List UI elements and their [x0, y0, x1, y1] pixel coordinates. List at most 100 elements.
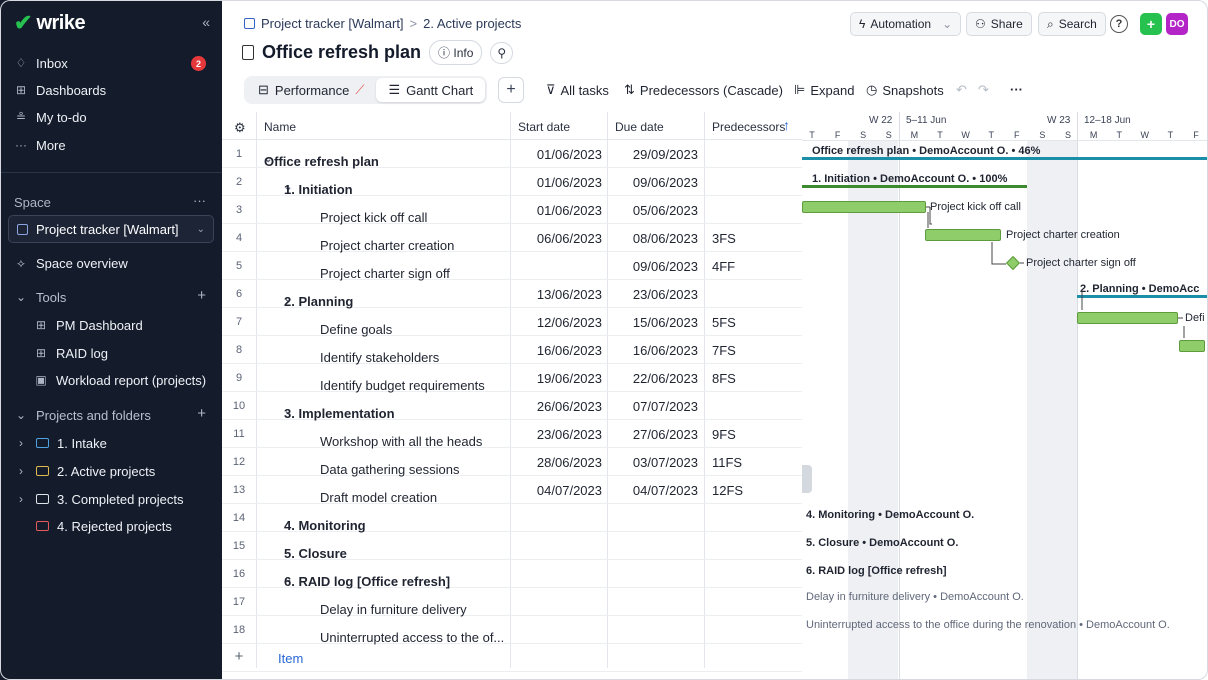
predecessors-cell[interactable]: 4FF — [712, 259, 735, 274]
sidebar-item-inbox[interactable]: ♢ Inbox 2 — [0, 50, 222, 76]
start-date-cell[interactable]: 26/06/2023 — [522, 399, 602, 414]
start-date-cell[interactable]: 23/06/2023 — [522, 427, 602, 442]
table-row[interactable]: 5 Project charter sign off 09/06/2023 4FF — [222, 252, 802, 281]
sidebar-item-my-todo[interactable]: ≗ My to-do — [0, 104, 222, 130]
breadcrumb-folder-link[interactable]: 2. Active projects — [423, 16, 521, 31]
due-date-cell[interactable]: 09/06/2023 — [612, 175, 698, 190]
sidebar-folder-active-projects[interactable]: › 2. Active projects — [0, 458, 222, 484]
share-button[interactable]: ⚇ Share — [966, 12, 1032, 36]
table-row[interactable]: 6 ⌄ 2. Planning 13/06/2023 23/06/2023 — [222, 280, 802, 309]
due-date-cell[interactable]: 03/07/2023 — [612, 455, 698, 470]
predecessors-cell[interactable]: 5FS — [712, 315, 736, 330]
avatar[interactable]: DO — [1166, 13, 1188, 35]
table-row[interactable]: 11 Workshop with all the heads 23/06/2023 2… — [222, 420, 802, 449]
table-row[interactable]: 7 Define goals 12/06/2023 15/06/2023 5FS — [222, 308, 802, 337]
table-row[interactable]: 18 Uninterrupted access to the of... — [222, 616, 802, 645]
column-settings-icon[interactable]: ⚙ — [234, 120, 246, 136]
add-view-button[interactable]: + — [498, 77, 524, 103]
gantt-delay-label[interactable]: Delay in furniture delivery • DemoAccoun… — [806, 591, 1024, 603]
gantt-access-label[interactable]: Uninterrupted access to the office durin… — [806, 619, 1170, 631]
automation-button[interactable]: ϟ Automation ⌄ — [850, 12, 962, 36]
sidebar-item-raid-log[interactable]: ⊞ RAID log — [0, 340, 222, 366]
table-row[interactable]: 10 ⌄ 3. Implementation 26/06/2023 07/07/2023 — [222, 392, 802, 421]
table-row[interactable]: 8 Identify stakeholders 16/06/2023 16/06/20… — [222, 336, 802, 365]
column-header-due-date[interactable]: Due date — [615, 120, 664, 134]
table-row[interactable]: 3 Project kick off call 01/06/2023 05/06/20… — [222, 196, 802, 225]
due-date-cell[interactable]: 05/06/2023 — [612, 203, 698, 218]
start-date-cell[interactable]: 19/06/2023 — [522, 371, 602, 386]
tab-gantt-chart[interactable]: ☰ Gantt Chart — [376, 78, 486, 102]
table-row[interactable]: 2 ⌄ 1. Initiation 01/06/2023 09/06/2023 — [222, 168, 802, 197]
snapshots-button[interactable]: ◷ Snapshots — [866, 82, 944, 98]
column-header-name[interactable]: Name — [264, 120, 296, 134]
start-date-cell[interactable]: 16/06/2023 — [522, 343, 602, 358]
table-row[interactable]: 9 Identify budget requirements 19/06/2023 2… — [222, 364, 802, 393]
page-title[interactable]: Office refresh plan — [262, 42, 421, 63]
sidebar-folder-rejected-projects[interactable]: 4. Rejected projects — [0, 513, 222, 539]
tools-section-header[interactable]: ⌄ Tools — [0, 284, 222, 310]
undo-icon[interactable]: ↶ — [956, 82, 967, 98]
start-date-cell[interactable]: 13/06/2023 — [522, 287, 602, 302]
start-date-cell[interactable]: 01/06/2023 — [522, 175, 602, 190]
table-row[interactable]: 13 Draft model creation 04/07/2023 04/07/20… — [222, 476, 802, 505]
sort-arrow-up-icon[interactable]: ↑ — [783, 117, 790, 133]
pin-icon[interactable]: ⚲ — [490, 41, 514, 64]
due-date-cell[interactable]: 08/06/2023 — [612, 231, 698, 246]
due-date-cell[interactable]: 16/06/2023 — [612, 343, 698, 358]
space-more-icon[interactable]: ··· — [193, 193, 206, 208]
predecessors-cell[interactable]: 12FS — [712, 483, 743, 498]
breadcrumb-space-link[interactable]: Project tracker [Walmart] — [261, 16, 404, 31]
column-header-start-date[interactable]: Start date — [518, 120, 570, 134]
wrike-logo[interactable]: ✔ wrike — [14, 10, 86, 36]
due-date-cell[interactable]: 23/06/2023 — [612, 287, 698, 302]
due-date-cell[interactable]: 15/06/2023 — [612, 315, 698, 330]
predecessors-cell[interactable]: 8FS — [712, 371, 736, 386]
table-row[interactable]: 15 5. Closure — [222, 532, 802, 561]
more-options-icon[interactable]: ··· — [1010, 82, 1023, 97]
column-header-predecessors[interactable]: Predecessors — [712, 120, 785, 134]
sidebar-item-more[interactable]: ··· More — [0, 132, 222, 158]
due-date-cell[interactable]: 09/06/2023 — [612, 259, 698, 274]
predecessors-cell[interactable]: 9FS — [712, 427, 736, 442]
due-date-cell[interactable]: 27/06/2023 — [612, 427, 698, 442]
projects-section-header[interactable]: ⌄ Projects and folders — [0, 402, 222, 428]
start-date-cell[interactable]: 06/06/2023 — [522, 231, 602, 246]
predecessors-cell[interactable]: 11FS — [712, 455, 742, 470]
tab-performance[interactable]: ⊟ Performance ⟋ — [246, 78, 376, 102]
table-row[interactable]: 4 Project charter creation 06/06/2023 08/06… — [222, 224, 802, 253]
predecessors-button[interactable]: ⇅ Predecessors (Cascade) — [624, 82, 783, 98]
all-tasks-filter[interactable]: ⊽ All tasks — [546, 82, 609, 98]
gantt-collapse-handle[interactable] — [802, 465, 812, 493]
table-row[interactable]: 14 4. Monitoring — [222, 504, 802, 533]
start-date-cell[interactable]: 04/07/2023 — [522, 483, 602, 498]
due-date-cell[interactable]: 07/07/2023 — [612, 399, 698, 414]
table-row[interactable]: 1 ⌄ Office refresh plan 01/06/2023 29/09/202… — [222, 140, 802, 169]
table-row[interactable]: 17 Delay in furniture delivery — [222, 588, 802, 617]
gantt-closure-label[interactable]: 5. Closure • DemoAccount O. — [806, 537, 958, 549]
table-row[interactable]: 12 Data gathering sessions 28/06/2023 03/07… — [222, 448, 802, 477]
add-item-row[interactable]: + Item — [222, 644, 802, 672]
sidebar-folder-intake[interactable]: › 1. Intake — [0, 430, 222, 456]
redo-icon[interactable]: ↷ — [978, 82, 989, 98]
due-date-cell[interactable]: 22/06/2023 — [612, 371, 698, 386]
info-button[interactable]: ⓘ Info — [429, 40, 483, 65]
add-row-icon[interactable]: + — [222, 648, 256, 665]
collapse-sidebar-icon[interactable]: « — [202, 14, 210, 30]
space-selector[interactable]: Project tracker [Walmart] ⌄ — [8, 215, 214, 243]
start-date-cell[interactable]: 01/06/2023 — [522, 147, 602, 162]
gantt-raid-label[interactable]: 6. RAID log [Office refresh] — [806, 565, 947, 577]
sidebar-item-space-overview[interactable]: ⟡ Space overview — [0, 250, 222, 276]
sidebar-folder-completed-projects[interactable]: › 3. Completed projects — [0, 486, 222, 512]
predecessors-cell[interactable]: 7FS — [712, 343, 736, 358]
due-date-cell[interactable]: 04/07/2023 — [612, 483, 698, 498]
add-tool-icon[interactable]: + — [197, 287, 206, 304]
search-button[interactable]: ⌕ Search — [1038, 12, 1106, 36]
predecessors-cell[interactable]: 3FS — [712, 231, 736, 246]
gantt-monitoring-label[interactable]: 4. Monitoring • DemoAccount O. — [806, 509, 974, 521]
add-item-link[interactable]: Item — [278, 651, 303, 666]
add-folder-icon[interactable]: + — [197, 405, 206, 422]
sidebar-item-dashboards[interactable]: ⊞ Dashboards — [0, 77, 222, 103]
due-date-cell[interactable]: 29/09/2023 — [612, 147, 698, 162]
help-icon[interactable]: ? — [1110, 15, 1128, 33]
start-date-cell[interactable]: 12/06/2023 — [522, 315, 602, 330]
